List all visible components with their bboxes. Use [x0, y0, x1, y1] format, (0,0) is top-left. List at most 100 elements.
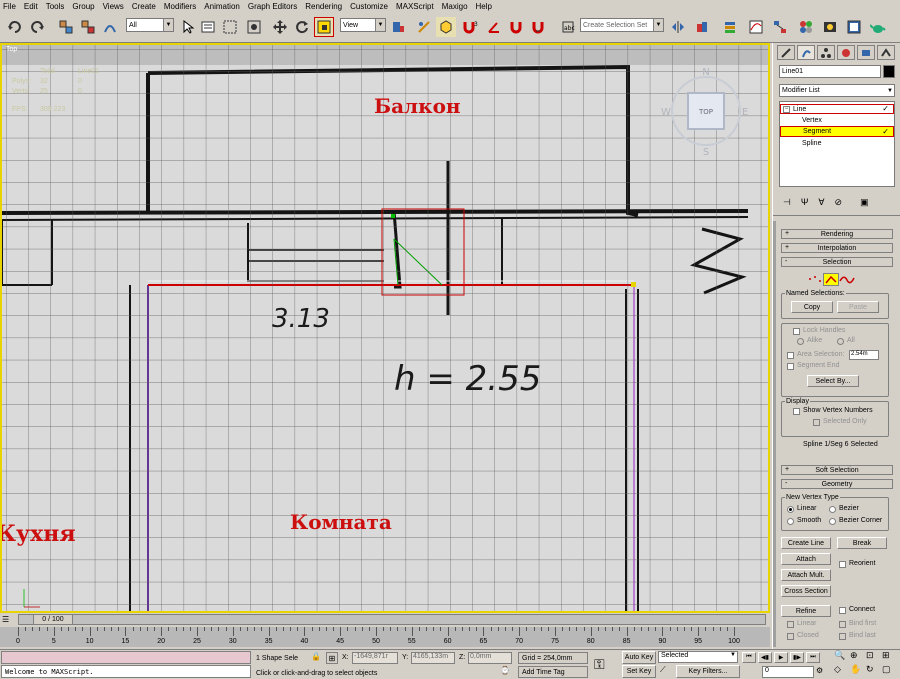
window-crossing-button[interactable] — [244, 17, 264, 37]
rectangular-selection-region-button[interactable] — [220, 17, 240, 37]
render-setup-button[interactable] — [820, 17, 840, 37]
mirror-button[interactable] — [668, 17, 688, 37]
menu-item-views[interactable]: Views — [103, 2, 124, 11]
bezier-radio[interactable] — [829, 506, 836, 513]
unlink-button[interactable] — [78, 17, 98, 37]
play-icon[interactable]: ▶ — [774, 652, 788, 663]
rendered-frame-window-button[interactable] — [844, 17, 864, 37]
select-and-scale-button[interactable] — [314, 17, 334, 37]
lock-handles-checkbox[interactable] — [793, 328, 800, 335]
viewport-canvas[interactable]: 3.13 h = 2.55 Балкон Комната Кухня TOP N… — [2, 45, 768, 611]
menu-item-modifiers[interactable]: Modifiers — [164, 2, 196, 11]
quick-render-button[interactable] — [868, 17, 888, 37]
collapse-icon[interactable]: − — [783, 106, 790, 113]
set-key-button[interactable]: Set Key — [622, 665, 656, 678]
top-viewport[interactable]: 3.13 h = 2.55 Балкон Комната Кухня TOP N… — [0, 43, 770, 613]
schematic-view-button[interactable] — [770, 17, 790, 37]
break-button[interactable]: Break — [837, 537, 887, 549]
undo-button[interactable] — [4, 17, 24, 37]
segment-end-checkbox[interactable] — [787, 363, 794, 370]
time-tag-icon[interactable]: ⌚ — [500, 666, 512, 678]
selected-only-checkbox[interactable] — [813, 419, 820, 426]
select-and-manipulate-button[interactable] — [414, 17, 434, 37]
current-frame-field[interactable]: 0 — [762, 666, 814, 678]
y-coord-field[interactable]: 4165,133m — [411, 652, 455, 664]
use-pivot-center-button[interactable] — [388, 17, 408, 37]
select-by-name-button[interactable] — [198, 17, 218, 37]
show-end-result-icon[interactable]: Ψ — [801, 197, 809, 207]
tab-display[interactable] — [857, 45, 875, 60]
modifier-list-dropdown[interactable]: Modifier List ▼ — [779, 84, 895, 97]
stack-item-spline[interactable]: Spline — [780, 138, 894, 148]
timeline-ruler[interactable]: 0 5 10 15 20 25 30 35 40 45 50 55 60 65 70 75 80 85 90 95 10… — [0, 627, 770, 647]
area-selection-value[interactable]: 2.54m — [849, 350, 879, 360]
bind-first-checkbox[interactable] — [839, 621, 846, 628]
configure-sets-icon[interactable]: ▣ — [860, 197, 869, 208]
tab-hierarchy[interactable] — [817, 45, 835, 60]
paste-button[interactable]: Paste — [837, 301, 879, 313]
key-filters-button[interactable]: Key Filters... — [676, 665, 740, 678]
layer-manager-button[interactable] — [720, 17, 740, 37]
menu-item-create[interactable]: Create — [132, 2, 156, 11]
maxscript-listener[interactable]: Welcome to MAXScript. — [1, 665, 251, 678]
menu-item-maxscript[interactable]: MAXScript — [396, 2, 434, 11]
object-color-swatch[interactable] — [883, 65, 895, 78]
go-to-start-icon[interactable]: ⏮ — [742, 652, 756, 663]
linear-checkbox[interactable] — [787, 621, 794, 628]
menu-item-customize[interactable]: Customize — [350, 2, 388, 11]
snaps-toggle-button[interactable]: 3 — [460, 17, 480, 37]
menu-item-edit[interactable]: Edit — [24, 2, 38, 11]
menu-item-help[interactable]: Help — [476, 2, 492, 11]
smooth-radio[interactable] — [787, 518, 794, 525]
attach-mult-button[interactable]: Attach Mult. — [781, 569, 831, 581]
linear-radio[interactable] — [787, 506, 794, 513]
field-of-view-icon[interactable]: ◇ — [834, 664, 850, 678]
segment-mode-button[interactable] — [823, 273, 839, 286]
menu-item-maxigo[interactable]: Maxigo — [442, 2, 468, 11]
cross-section-button[interactable]: Cross Section — [781, 585, 831, 597]
select-and-link-button[interactable] — [56, 17, 76, 37]
bezier-corner-radio[interactable] — [829, 518, 836, 525]
edit-named-selection-button[interactable]: abc — [558, 17, 578, 37]
percent-snap-button[interactable] — [506, 17, 526, 37]
select-object-button[interactable] — [178, 17, 198, 37]
panel-scrollbar[interactable] — [773, 221, 776, 647]
add-time-tag-button[interactable]: Add Time Tag — [518, 666, 588, 678]
remove-modifier-icon[interactable]: ⊘ — [835, 197, 843, 208]
menu-item-file[interactable]: File — [3, 2, 16, 11]
pan-icon[interactable]: ✋ — [850, 664, 866, 678]
tab-modify[interactable] — [797, 45, 815, 60]
vertex-mode-button[interactable] — [807, 273, 823, 286]
keyboard-shortcut-override-button[interactable] — [436, 17, 456, 37]
maximize-viewport-icon[interactable]: ▢ — [882, 664, 898, 678]
reference-coordinate-dropdown[interactable]: View ▼ — [340, 18, 386, 32]
rollout-selection[interactable]: - Selection — [781, 257, 893, 267]
pin-stack-icon[interactable]: ⊣ — [783, 197, 791, 208]
auto-key-button[interactable]: Auto Key — [622, 651, 656, 664]
viewport-label[interactable]: Top — [6, 46, 17, 53]
rollout-soft-selection[interactable]: + Soft Selection — [781, 465, 893, 475]
x-coord-field[interactable]: -1649,871r — [352, 652, 398, 664]
zoom-all-icon[interactable]: ⊕ — [850, 650, 866, 664]
selection-filter-dropdown[interactable]: All ▼ — [126, 18, 174, 32]
bind-last-checkbox[interactable] — [839, 633, 846, 640]
attach-button[interactable]: Attach — [781, 553, 831, 565]
key-icon[interactable]: ⚿ — [594, 656, 618, 672]
key-mode-dropdown[interactable]: Selected ▼ — [658, 651, 738, 663]
zoom-extents-all-icon[interactable]: ⊞ — [882, 650, 898, 664]
menu-item-rendering[interactable]: Rendering — [305, 2, 342, 11]
alike-radio[interactable] — [797, 338, 804, 345]
redo-button[interactable] — [28, 17, 48, 37]
material-editor-button[interactable] — [796, 17, 816, 37]
spinner-snap-button[interactable] — [528, 17, 548, 37]
show-vertex-numbers-checkbox[interactable] — [793, 408, 800, 415]
stack-item-segment[interactable]: Segment ✓ — [780, 126, 894, 137]
zoom-extents-icon[interactable]: ⊡ — [866, 650, 882, 664]
menu-item-graph-editors[interactable]: Graph Editors — [248, 2, 297, 11]
time-slider-track[interactable]: 0 / 100 — [18, 614, 766, 625]
curve-editor-button[interactable] — [746, 17, 766, 37]
rollout-geometry[interactable]: - Geometry — [781, 479, 893, 489]
select-and-move-button[interactable] — [270, 17, 290, 37]
maxscript-listener-pink[interactable] — [1, 651, 251, 664]
make-unique-icon[interactable]: ∀ — [818, 197, 824, 208]
